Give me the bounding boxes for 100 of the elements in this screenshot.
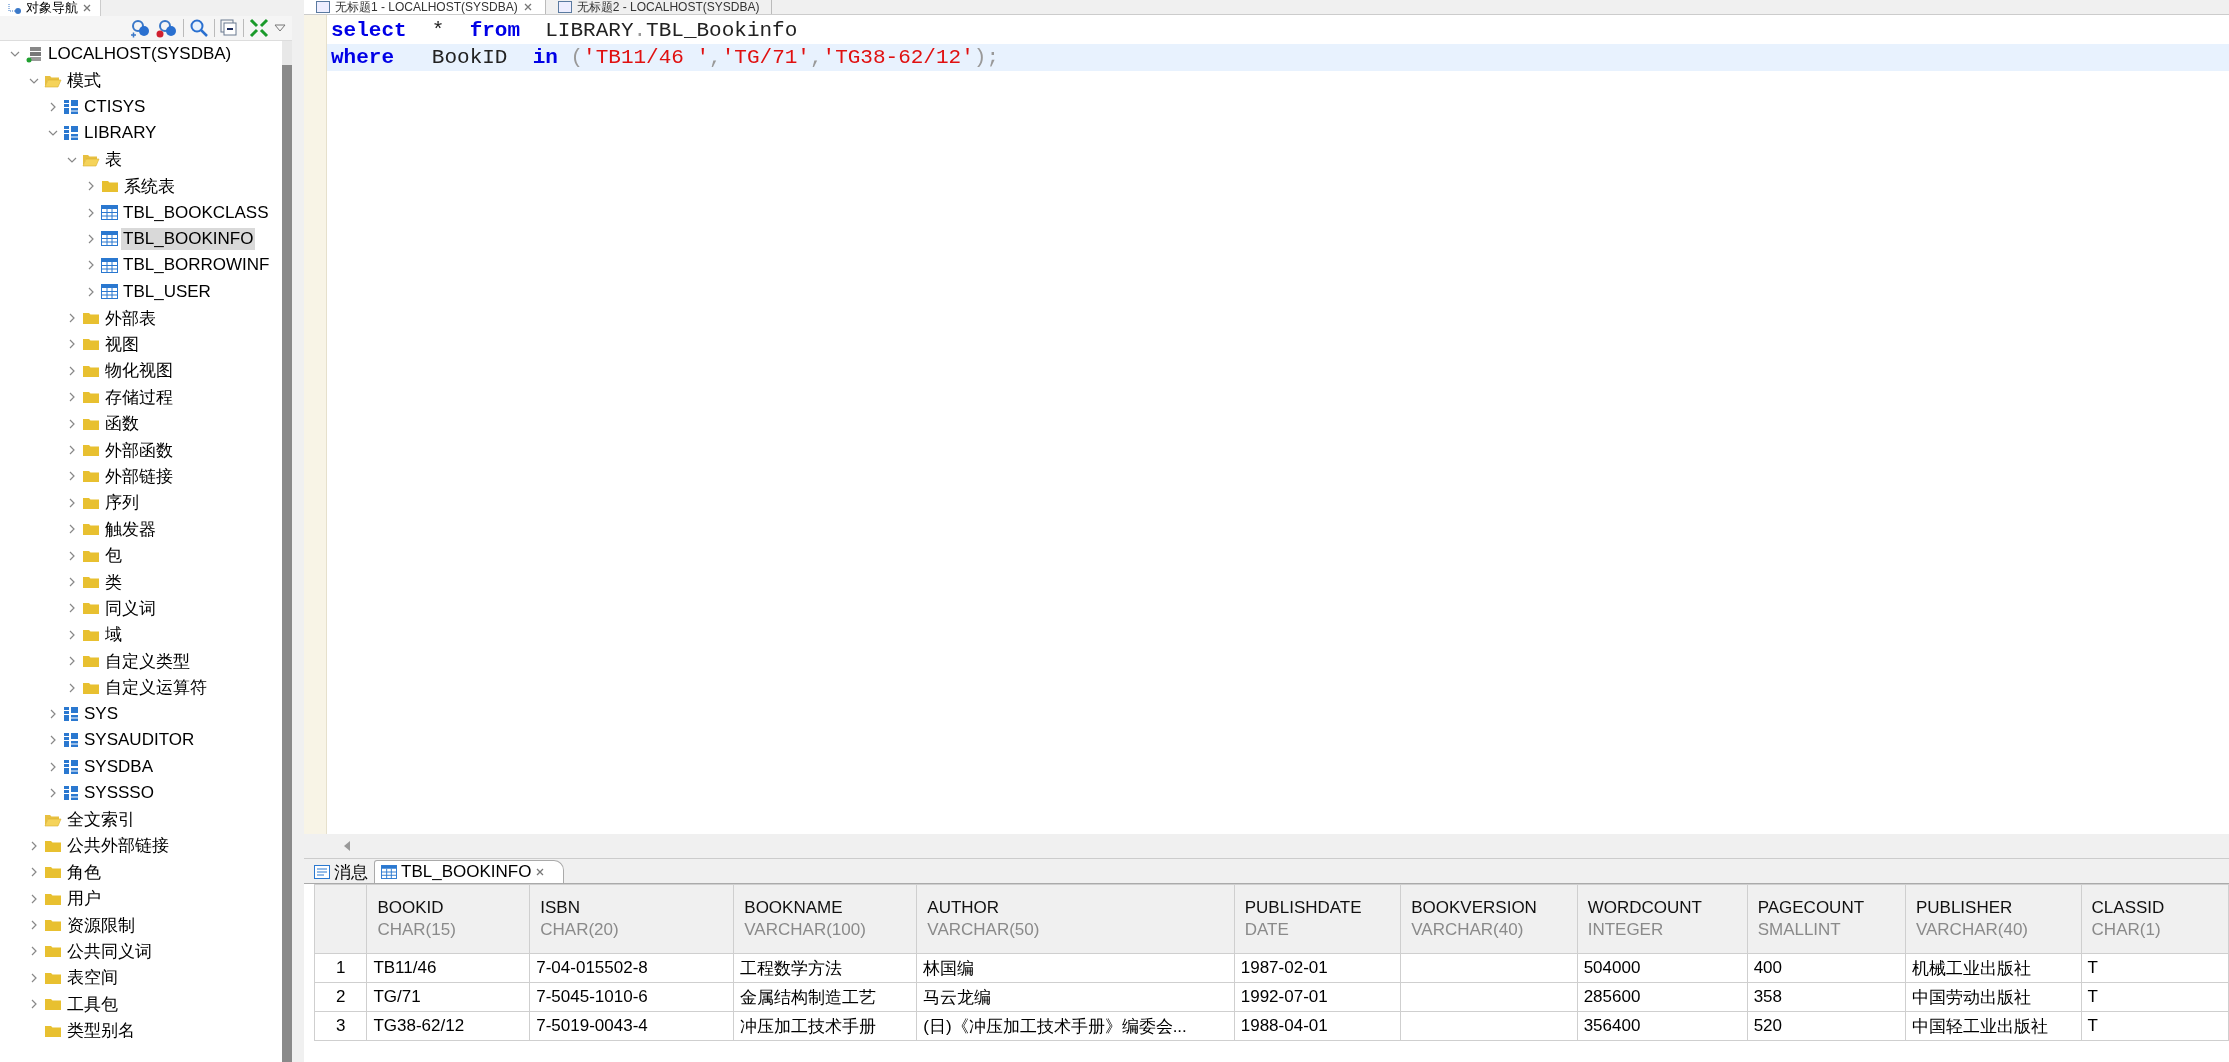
result-tab[interactable]: TBL_BOOKINFO: [374, 860, 565, 883]
close-icon[interactable]: [522, 2, 533, 12]
connect-icon[interactable]: [129, 18, 151, 38]
chevron-right-icon[interactable]: [86, 207, 96, 218]
close-icon[interactable]: [82, 3, 92, 13]
tree-item[interactable]: SYSSSO: [82, 782, 156, 805]
tree-item[interactable]: 自定义运算符: [103, 675, 209, 701]
chevron-right-icon[interactable]: [86, 181, 96, 192]
search-icon[interactable]: [189, 18, 209, 38]
tree-item[interactable]: 公共同义词: [65, 938, 154, 964]
chevron-right-icon[interactable]: [67, 656, 77, 667]
result-tab[interactable]: 消息: [308, 861, 374, 883]
column-header[interactable]: ISBN CHAR(20): [529, 884, 734, 954]
tree-item[interactable]: 外部表: [103, 305, 158, 331]
tree-item[interactable]: 角色: [65, 859, 103, 885]
chevron-right-icon[interactable]: [67, 392, 77, 403]
column-header[interactable]: WORDCOUNT INTEGER: [1577, 884, 1748, 954]
tree-item[interactable]: 资源限制: [65, 912, 137, 938]
chevron-right-icon[interactable]: [29, 920, 39, 931]
chevron-right-icon[interactable]: [48, 788, 58, 799]
column-header[interactable]: PUBLISHDATE DATE: [1234, 884, 1401, 954]
table-cell: 504000: [1577, 953, 1748, 983]
tree-item[interactable]: TBL_BOOKCLASS: [121, 201, 271, 224]
column-header[interactable]: CLASSID CHAR(1): [2081, 884, 2229, 954]
chevron-right-icon[interactable]: [67, 365, 77, 376]
tree-item[interactable]: 存储过程: [103, 384, 175, 410]
column-header[interactable]: BOOKNAME VARCHAR(100): [733, 884, 917, 954]
column-header[interactable]: PAGECOUNT SMALLINT: [1747, 884, 1906, 954]
chevron-right-icon[interactable]: [29, 972, 39, 983]
tree-item[interactable]: TBL_BORROWINF: [121, 254, 272, 277]
tree-item[interactable]: 同义词: [103, 595, 158, 621]
chevron-right-icon[interactable]: [48, 101, 58, 112]
chevron-right-icon[interactable]: [67, 445, 77, 456]
close-icon[interactable]: [535, 867, 546, 877]
chevron-right-icon[interactable]: [29, 999, 39, 1010]
scroll-left-icon[interactable]: [342, 840, 352, 852]
chevron-right-icon[interactable]: [67, 524, 77, 535]
chevron-right-icon[interactable]: [29, 893, 39, 904]
chevron-right-icon[interactable]: [67, 313, 77, 324]
tree-item[interactable]: 表: [103, 147, 124, 173]
column-header[interactable]: PUBLISHER VARCHAR(40): [1905, 884, 2082, 954]
tree-item[interactable]: SYSDBA: [82, 755, 155, 778]
chevron-right-icon[interactable]: [67, 471, 77, 482]
tree-item[interactable]: 类型别名: [65, 1018, 137, 1044]
tree-item[interactable]: 外部链接: [103, 463, 175, 489]
tree-item[interactable]: 包: [103, 543, 124, 569]
chevron-right-icon[interactable]: [29, 840, 39, 851]
editor-tab[interactable]: 无标题1 - LOCALHOST(SYSDBA): [304, 0, 546, 14]
tree-item[interactable]: LIBRARY: [82, 122, 159, 145]
tree-item[interactable]: TBL_BOOKINFO: [121, 227, 256, 250]
chevron-right-icon[interactable]: [67, 550, 77, 561]
tree-item[interactable]: 类: [103, 569, 124, 595]
chevron-right-icon[interactable]: [29, 946, 39, 957]
tree-item[interactable]: 公共外部链接: [65, 833, 171, 859]
tree-item[interactable]: 物化视图: [103, 358, 175, 384]
chevron-right-icon[interactable]: [67, 497, 77, 508]
disconnect-icon[interactable]: [156, 18, 178, 38]
chevron-right-icon[interactable]: [67, 603, 77, 614]
scrollbar[interactable]: [282, 41, 292, 1062]
chevron-right-icon[interactable]: [86, 233, 96, 244]
table-cell: T: [2081, 1011, 2229, 1041]
tree-item[interactable]: SYS: [82, 702, 121, 725]
tree-item[interactable]: 工具包: [65, 991, 120, 1017]
table-cell: 马云龙编: [916, 982, 1235, 1012]
chevron-right-icon[interactable]: [48, 761, 58, 772]
chevron-right-icon[interactable]: [86, 260, 96, 271]
chevron-right-icon[interactable]: [48, 708, 58, 719]
tree-item[interactable]: 模式: [65, 68, 103, 94]
chevron-right-icon[interactable]: [86, 286, 96, 297]
tree-item[interactable]: 外部函数: [103, 437, 175, 463]
chevron-right-icon[interactable]: [67, 418, 77, 429]
tree-item[interactable]: TBL_USER: [121, 280, 213, 303]
tree-item[interactable]: 自定义类型: [103, 648, 192, 674]
dropdown-icon[interactable]: [274, 23, 286, 33]
tree-item[interactable]: 系统表: [122, 173, 177, 199]
column-header[interactable]: AUTHOR VARCHAR(50): [916, 884, 1235, 954]
column-header[interactable]: BOOKVERSION VARCHAR(40): [1400, 884, 1578, 954]
chevron-right-icon[interactable]: [67, 629, 77, 640]
tree-item[interactable]: 域: [103, 622, 124, 648]
chevron-right-icon[interactable]: [29, 867, 39, 878]
tree-item[interactable]: 表空间: [65, 965, 120, 991]
chevron-right-icon[interactable]: [67, 682, 77, 693]
column-header[interactable]: BOOKID CHAR(15): [366, 884, 530, 954]
table-cell: 冲压加工技术手册: [733, 1011, 917, 1041]
tree-item[interactable]: 视图: [103, 332, 141, 357]
editor-tab[interactable]: 无标题2 - LOCALHOST(SYSDBA): [545, 0, 773, 14]
tree-item[interactable]: LOCALHOST(SYSDBA): [46, 43, 234, 66]
tree-item[interactable]: 函数: [103, 411, 141, 437]
table-cell: 中国轻工业出版社: [1905, 1011, 2082, 1041]
tree-item[interactable]: CTISYS: [82, 95, 148, 118]
chevron-right-icon[interactable]: [67, 339, 77, 350]
tree-item[interactable]: 序列: [103, 490, 141, 516]
tree-item[interactable]: 用户: [65, 886, 103, 912]
expand-icon[interactable]: [249, 18, 269, 38]
collapse-icon[interactable]: [220, 19, 238, 37]
tree-item[interactable]: 全文索引: [65, 807, 137, 832]
tree-item[interactable]: SYSAUDITOR: [82, 729, 197, 752]
tree-item[interactable]: 触发器: [103, 516, 158, 542]
chevron-right-icon[interactable]: [48, 735, 58, 746]
chevron-right-icon[interactable]: [67, 577, 77, 587]
